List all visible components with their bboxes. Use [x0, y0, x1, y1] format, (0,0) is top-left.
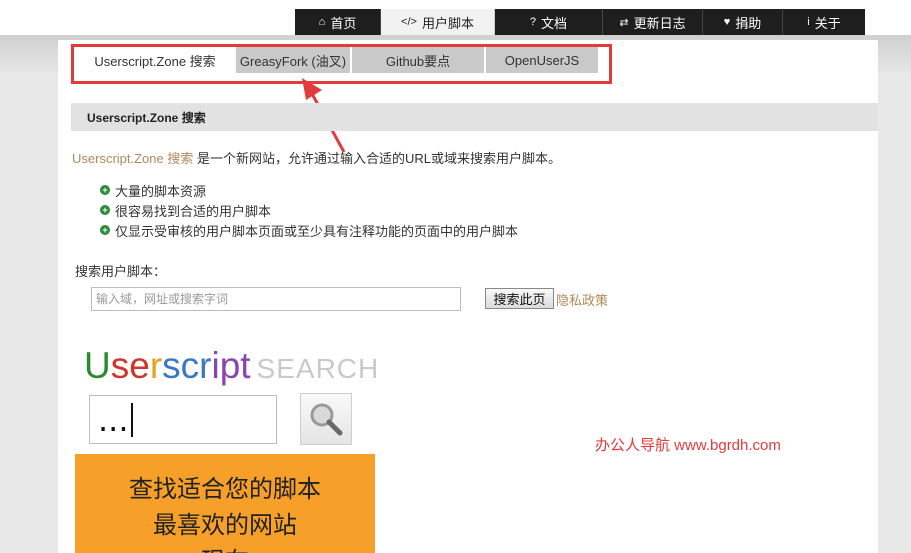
tab-github-gist[interactable]: Github要点	[352, 47, 484, 73]
logo-letter: scr	[162, 345, 212, 386]
nav-item-label: 捐助	[735, 15, 762, 31]
nav-item-changelog[interactable]: ⇄ 更新日志	[603, 9, 703, 35]
plus-circle-icon: +	[100, 225, 110, 235]
mock-input-text: ...	[98, 400, 129, 439]
tab-openuserjs[interactable]: OpenUserJS	[486, 47, 598, 73]
search-page-button[interactable]: 搜索此页	[485, 288, 554, 309]
tab-userscript-zone[interactable]: Userscript.Zone 搜索	[76, 47, 234, 73]
nav-item-docs[interactable]: ? 文档	[495, 9, 603, 35]
watermark-text: 办公人导航 www.bgrdh.com	[595, 437, 781, 454]
promo-line: 最喜欢的网站	[153, 511, 297, 539]
nav-item-home[interactable]: ⌂ 首页	[295, 9, 381, 35]
logo-letter: r	[149, 345, 163, 386]
logo-letter: U	[84, 345, 111, 386]
home-icon: ⌂	[318, 16, 326, 28]
swap-arrows-icon: ⇄	[619, 16, 629, 29]
search-input[interactable]	[91, 287, 461, 311]
nav-item-label: 首页	[330, 15, 357, 31]
list-item: + 仅显示受审核的用户脚本页面或至少具有注释功能的页面中的用户脚本	[100, 220, 518, 240]
top-navigation: ⌂ 首页 </> 用户脚本 ? 文档 ⇄ 更新日志 ♥ 捐助 i 关于	[0, 0, 911, 35]
tab-greasyfork[interactable]: GreasyFork (油叉)	[236, 47, 350, 73]
nav-item-about[interactable]: i 关于	[783, 9, 865, 35]
feature-text: 仅显示受审核的用户脚本页面或至少具有注释功能的页面中的用户脚本	[115, 223, 519, 239]
code-icon: </>	[401, 16, 417, 28]
intro-description: 是一个新网站，允许通过输入合适的URL或域来搜索用户脚本。	[193, 151, 561, 166]
intro-brand-link[interactable]: Userscript.Zone 搜索	[72, 151, 193, 166]
logo-letter: ipt	[211, 345, 251, 386]
intro-text: Userscript.Zone 搜索 是一个新网站，允许通过输入合适的URL或域…	[72, 148, 561, 167]
magnifier-icon	[310, 403, 343, 436]
heart-icon: ♥	[723, 16, 731, 28]
plus-circle-icon: +	[100, 205, 110, 215]
nav-bar: ⌂ 首页 </> 用户脚本 ? 文档 ⇄ 更新日志 ♥ 捐助 i 关于	[295, 9, 865, 35]
list-item: + 大量的脚本资源	[100, 180, 518, 200]
nav-item-donate[interactable]: ♥ 捐助	[703, 9, 783, 35]
nav-item-userscripts[interactable]: </> 用户脚本	[381, 9, 495, 35]
userscript-search-logo: Userscript SEARCH	[84, 345, 379, 387]
promo-banner: 查找适合您的脚本 最喜欢的网站 现在	[75, 454, 375, 553]
nav-item-label: 更新日志	[633, 15, 686, 31]
search-label: 搜索用户脚本：	[75, 264, 167, 279]
nav-item-label: 文档	[541, 15, 568, 31]
nav-item-label: 用户脚本	[421, 15, 474, 31]
feature-text: 很容易找到合适的用户脚本	[115, 203, 272, 219]
feature-list: + 大量的脚本资源 + 很容易找到合适的用户脚本 + 仅显示受审核的用户脚本页面…	[100, 180, 518, 240]
text-caret	[130, 402, 133, 437]
nav-item-label: 关于	[814, 15, 841, 31]
logo-search-word: SEARCH	[256, 353, 380, 384]
section-title: Userscript.Zone 搜索	[71, 103, 878, 131]
privacy-policy-link[interactable]: 隐私政策	[556, 290, 608, 309]
promo-line: 查找适合您的脚本	[129, 475, 321, 503]
promo-line: 现在	[75, 543, 375, 553]
question-icon: ?	[529, 16, 537, 28]
info-icon: i	[807, 16, 810, 28]
feature-text: 大量的脚本资源	[115, 183, 207, 199]
list-item: + 很容易找到合适的用户脚本	[100, 200, 518, 220]
tab-bar: Userscript.Zone 搜索 GreasyFork (油叉) Githu…	[76, 47, 598, 73]
banner-mock-input: ...	[89, 395, 277, 444]
logo-letter: se	[110, 345, 150, 386]
plus-circle-icon: +	[100, 185, 110, 195]
banner-search-button	[300, 393, 352, 445]
